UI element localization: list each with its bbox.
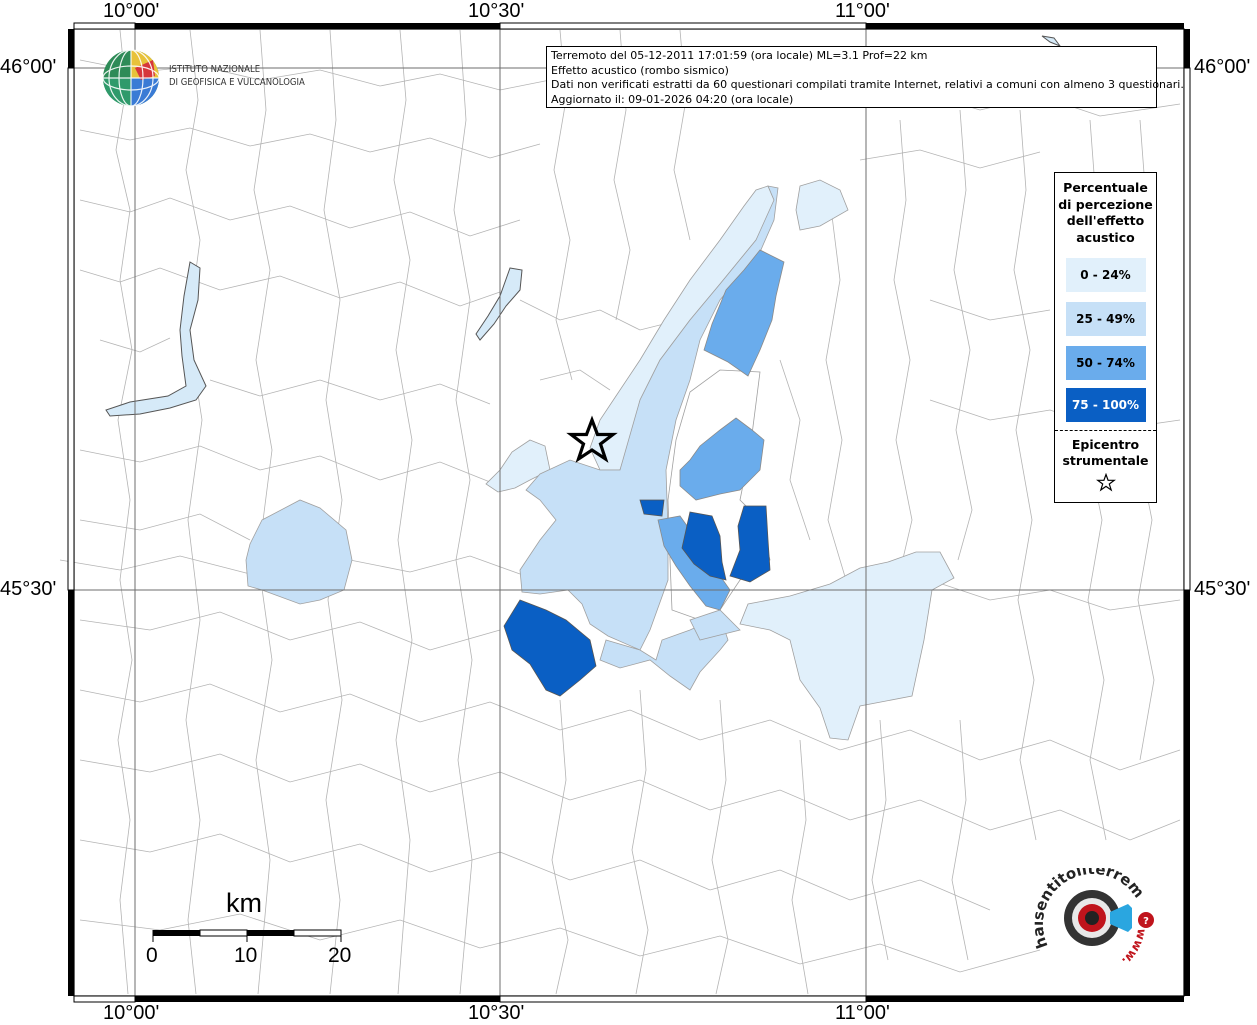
legend-separator bbox=[1055, 430, 1156, 431]
scale-tick-10: 10 bbox=[234, 944, 258, 967]
legend-class-50-74: 50 - 74% bbox=[1065, 346, 1146, 380]
scale-tick-0: 0 bbox=[146, 944, 158, 967]
lon-label-top-1100: 11°00' bbox=[835, 0, 890, 22]
legend-title: Percentuale di percezione dell'effetto a… bbox=[1055, 180, 1156, 246]
lon-label-bottom-1030: 10°30' bbox=[468, 1002, 525, 1024]
legend-class-25-49: 25 - 49% bbox=[1065, 302, 1146, 336]
hst-target-icon: ? haisentitoilterremoto.it www. bbox=[1029, 854, 1154, 968]
legend-title-line-4: acustico bbox=[1076, 229, 1135, 245]
lat-label-left-4530: 45°30' bbox=[0, 578, 57, 600]
lat-label-left-4600: 46°00' bbox=[0, 56, 57, 78]
legend-title-line-2: di percezione bbox=[1058, 196, 1153, 212]
lon-label-top-1000: 10°00' bbox=[103, 0, 160, 22]
updated-line: Aggiornato il: 09-01-2026 04:20 (ora loc… bbox=[551, 92, 794, 106]
ingv-name: Istituto Nazionale di Geofisica e Vulcan… bbox=[169, 64, 305, 89]
legend-star-icon bbox=[1055, 472, 1156, 497]
ingv-line-2: di Geofisica e Vulcanologia bbox=[169, 76, 305, 88]
scale-unit-label: km bbox=[226, 888, 262, 918]
legend-class-0-24: 0 - 24% bbox=[1065, 258, 1146, 292]
event-line: Terremoto del 05-12-2011 17:01:59 (ora l… bbox=[551, 49, 928, 62]
legend-title-line-3: dell'effetto bbox=[1066, 213, 1145, 228]
lon-label-top-1030: 10°30' bbox=[468, 0, 525, 22]
lon-label-bottom-1100: 11°00' bbox=[835, 1002, 890, 1024]
effect-line: Effetto acustico (rombo sismico) bbox=[551, 63, 729, 77]
ingv-globe-icon bbox=[102, 49, 160, 107]
legend-epicenter-line-2: strumentale bbox=[1062, 453, 1149, 468]
torri-dark-area bbox=[639, 499, 665, 517]
data-line: Dati non verificati estratti da 60 quest… bbox=[551, 78, 1184, 91]
ingv-line-1: Istituto Nazionale bbox=[169, 64, 261, 75]
hst-www-text: www. bbox=[1119, 927, 1149, 968]
legend-epicenter-label: Epicentro strumentale bbox=[1055, 437, 1156, 469]
event-info-box: Terremoto del 05-12-2011 17:01:59 (ora l… bbox=[546, 46, 1184, 108]
legend: Percentuale di percezione dell'effetto a… bbox=[1054, 172, 1157, 503]
legend-title-line-1: Percentuale bbox=[1063, 180, 1148, 195]
legend-class-75-100: 75 - 100% bbox=[1065, 388, 1146, 422]
svg-text:?: ? bbox=[1143, 916, 1149, 927]
scale-tick-20: 20 bbox=[328, 944, 352, 967]
ingv-logo: Istituto Nazionale di Geofisica e Vulcan… bbox=[101, 48, 341, 110]
lon-label-bottom-1000: 10°00' bbox=[103, 1002, 160, 1024]
lat-label-right-4530: 45°30' bbox=[1194, 578, 1251, 600]
legend-epicenter-line-1: Epicentro bbox=[1071, 437, 1140, 452]
lat-label-right-4600: 46°00' bbox=[1194, 56, 1251, 78]
hst-logo[interactable]: ? haisentitoilterremoto.it www. bbox=[1029, 854, 1166, 980]
